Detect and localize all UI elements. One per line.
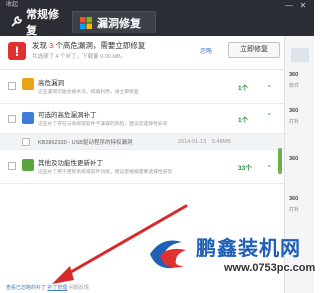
side-text: 360 (289, 156, 299, 162)
bottom-links: 查看已忽略的补丁 补丁管理 问题反馈 (6, 284, 89, 291)
logo-emblem-icon (150, 240, 186, 269)
watermark-logo: 鹏鑫装机网 www.0753pc.com (146, 228, 316, 284)
side-text: 打补 (289, 119, 300, 125)
watermark-title: 鹏鑫装机网 (196, 236, 301, 260)
row-count: 1个 (238, 85, 249, 92)
watermark-url: www.0753pc.com (224, 262, 316, 274)
checkbox[interactable] (8, 82, 16, 90)
kb-size: 5.48MB (212, 139, 231, 145)
windows-update-icon (22, 112, 34, 124)
row-title: 高危漏洞 (38, 80, 64, 87)
kb-name: KB2862330 - USB驱动程序的特权漏洞 (38, 140, 133, 146)
tab-vulnerability-repair[interactable]: 漏洞修复 (72, 11, 156, 33)
close-icon[interactable]: ✕ (298, 2, 308, 10)
chevron-down-icon[interactable]: ⌄ (266, 80, 273, 89)
chevron-down-icon[interactable]: ⌄ (266, 160, 273, 169)
row-title: 其他及功能性更新补丁 (38, 160, 103, 167)
list-item-other-updates[interactable]: 其他及功能性更新补丁 这些补丁用于更新系统或软件功能，建议您根据需要选择性安装 … (0, 150, 284, 184)
kb-date: 2014-01-13 (178, 139, 207, 145)
feedback-link[interactable]: 问题反馈 (69, 285, 89, 291)
row-count: 33个 (238, 165, 252, 172)
minimize-icon[interactable]: — (284, 2, 294, 10)
patch-management-link[interactable]: 补丁管理 (47, 285, 67, 291)
list-item-optional[interactable]: 可选的高危漏洞补丁 这些补丁存在与系统或软件不兼容的风险，建议您选择性安装 1个… (0, 104, 284, 134)
alert-subtitle: 共选择了 4 个补丁，下载量 0.00 MB。 (32, 54, 127, 60)
tab-vuln-label: 漏洞修复 (97, 17, 141, 30)
row-description: 这些漏洞可能会被木马、病毒利用，请立即修复 (38, 90, 139, 95)
row-description: 这些补丁存在与系统或软件不兼容的风险，建议您选择性安装 (38, 122, 168, 127)
checkbox[interactable] (8, 115, 16, 123)
bottom-bar: 查看已忽略的补丁 补丁管理 问题反馈 (0, 284, 284, 293)
alert-banner: ! 发现 3 个高危漏洞，需要立即修复 共选择了 4 个补丁，下载量 0.00 … (0, 36, 284, 70)
side-text: 软件 (289, 83, 300, 89)
shield-warning-icon (22, 78, 34, 90)
side-text: 360 (289, 72, 299, 78)
warning-icon: ! (8, 42, 26, 60)
puzzle-piece-icon (22, 159, 34, 171)
side-text: 360 (289, 108, 299, 114)
alert-title: 发现 3 个高危漏洞，需要立即修复 (32, 41, 146, 50)
ignore-link[interactable]: 忽略 (200, 46, 212, 55)
side-text: 360 (289, 196, 299, 202)
collapse-link[interactable]: 收起 (6, 1, 18, 9)
row-title: 可选的高危漏洞补丁 (38, 112, 97, 119)
fix-now-button[interactable]: 立即修复 (228, 42, 280, 58)
scrollbar-thumb[interactable] (278, 148, 282, 174)
top-header: 收起 — ✕ 常规修复 漏洞修复 (0, 0, 314, 37)
checkbox[interactable] (8, 162, 16, 170)
chevron-up-icon[interactable]: ⌃ (266, 112, 273, 121)
ignored-patches-link[interactable]: 查看已忽略的补丁 (6, 285, 46, 291)
wrench-icon (10, 15, 22, 29)
list-item-high-risk[interactable]: 高危漏洞 这些漏洞可能会被木马、病毒利用，请立即修复 1个 ⌄ (0, 70, 284, 104)
tab-regular-label: 常规修复 (26, 9, 60, 37)
list-item-kb[interactable]: KB2862330 - USB驱动程序的特权漏洞 2014-01-13 5.48… (0, 134, 284, 150)
row-description: 这些补丁用于更新系统或软件功能，建议您根据需要选择性安装 (38, 170, 173, 175)
row-count: 1个 (238, 117, 249, 124)
tab-regular-repair[interactable]: 常规修复 (4, 9, 70, 37)
sidebar-icon (291, 48, 309, 62)
windows-logo-icon (79, 16, 93, 30)
checkbox[interactable] (22, 138, 30, 146)
side-text: 打补 (289, 207, 300, 213)
